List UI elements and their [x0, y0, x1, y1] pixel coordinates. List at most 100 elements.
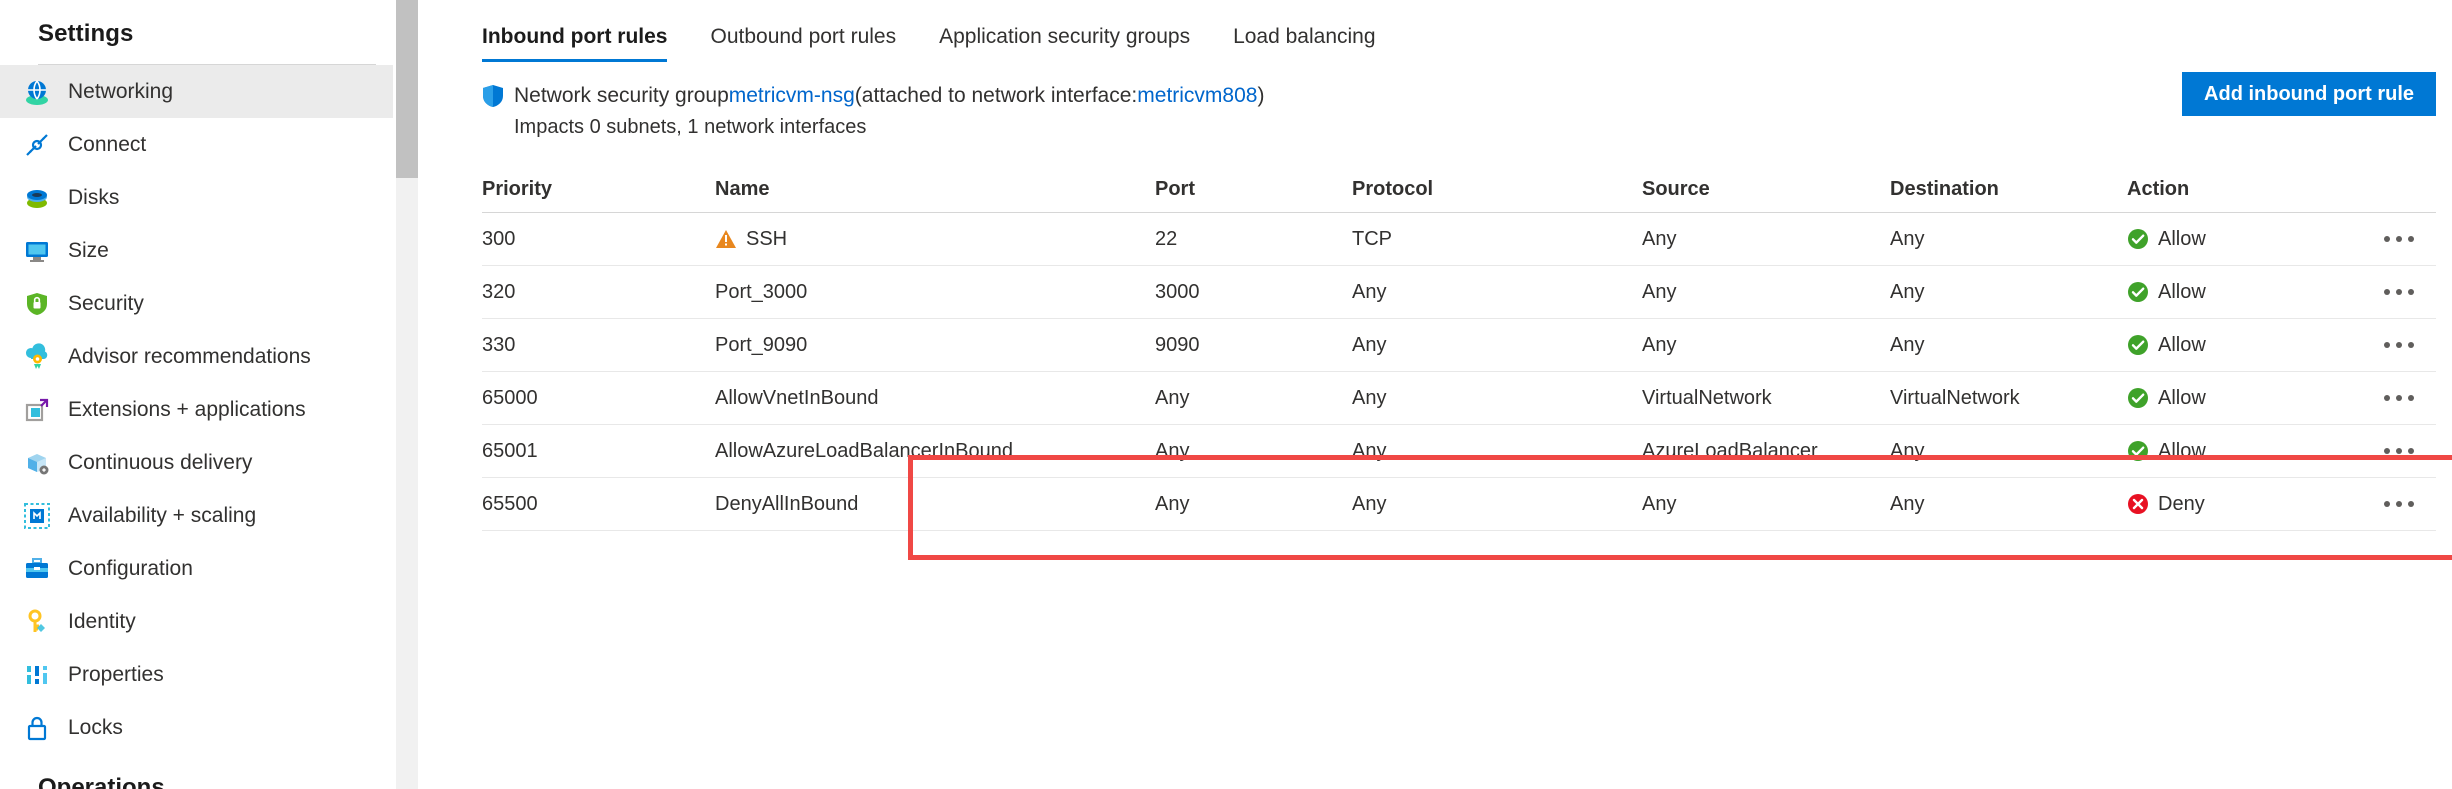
column-header-destination[interactable]: Destination	[1890, 178, 2127, 201]
cell-source: Any	[1642, 492, 1677, 515]
nsg-name-link[interactable]: metricvm-nsg	[729, 84, 855, 108]
tab-load-balancing[interactable]: Load balancing	[1233, 25, 1375, 62]
extensions-icon	[22, 395, 52, 425]
nsg-title-line: Network security group metricvm-nsg (att…	[482, 84, 2452, 108]
allow-check-icon	[2127, 334, 2149, 356]
cell-priority: 330	[482, 333, 516, 356]
cell-action: Allow	[2127, 281, 2377, 304]
sidebar-item-label: Identity	[68, 610, 136, 633]
sidebar-item-availability-scaling[interactable]: Availability + scaling	[0, 489, 393, 542]
nsg-suffix-text: )	[1257, 84, 1265, 107]
row-more-menu-icon[interactable]	[2384, 395, 2414, 401]
cell-name-text: Port_3000	[715, 280, 808, 303]
sidebar-item-extensions-applications[interactable]: Extensions + applications	[0, 383, 393, 436]
cell-priority: 320	[482, 280, 516, 303]
table-row[interactable]: 330 Port_9090 9090 Any Any Any Allow	[482, 319, 2436, 372]
tab-inbound-port-rules[interactable]: Inbound port rules	[482, 25, 668, 62]
row-actions	[2377, 236, 2436, 242]
cell-name-text: AllowVnetInBound	[715, 386, 879, 409]
allow-check-icon	[2127, 387, 2149, 409]
tab-outbound-port-rules[interactable]: Outbound port rules	[710, 25, 896, 62]
cell-port: Any	[1155, 439, 1190, 462]
identity-key-icon	[22, 607, 52, 637]
column-header-port[interactable]: Port	[1155, 178, 1352, 201]
row-more-menu-icon[interactable]	[2384, 448, 2414, 454]
row-more-menu-icon[interactable]	[2384, 236, 2414, 242]
column-header-priority[interactable]: Priority	[482, 178, 715, 201]
cell-action: Allow	[2127, 387, 2377, 410]
table-body: 300 SSH 22 TCP Any Any Allow 320 Port_3000 3000 An…	[482, 213, 2436, 531]
sidebar-item-label: Configuration	[68, 557, 193, 580]
row-more-menu-icon[interactable]	[2384, 342, 2414, 348]
cell-priority: 65500	[482, 492, 538, 515]
cell-destination: Any	[1890, 280, 1925, 303]
cell-destination: Any	[1890, 333, 1925, 356]
row-more-menu-icon[interactable]	[2384, 289, 2414, 295]
row-actions	[2377, 342, 2436, 348]
deny-cross-icon	[2127, 493, 2149, 515]
sidebar-item-continuous-delivery[interactable]: Continuous delivery	[0, 436, 393, 489]
cell-source: Any	[1642, 227, 1677, 250]
cell-name-text: Port_9090	[715, 333, 808, 356]
cell-name: SSH	[715, 228, 1155, 251]
column-header-name[interactable]: Name	[715, 178, 1155, 201]
cell-destination: Any	[1890, 492, 1925, 515]
cell-action: Allow	[2127, 440, 2377, 463]
sidebar-item-locks[interactable]: Locks	[0, 701, 393, 754]
tab-application-security-groups[interactable]: Application security groups	[939, 25, 1190, 62]
sidebar-item-size[interactable]: Size	[0, 224, 393, 277]
cell-source: Any	[1642, 280, 1677, 303]
tab-bar: Inbound port rules Outbound port rules App…	[420, 0, 2452, 62]
sidebar-item-label: Extensions + applications	[68, 398, 306, 421]
nsg-summary-block: Network security group metricvm-nsg (att…	[420, 62, 2452, 139]
cell-protocol: Any	[1352, 280, 1387, 303]
sidebar-item-disks[interactable]: Disks	[0, 171, 393, 224]
networking-icon	[22, 77, 52, 107]
cell-source: Any	[1642, 333, 1677, 356]
cell-priority: 65000	[482, 386, 538, 409]
table-row[interactable]: 320 Port_3000 3000 Any Any Any Allow	[482, 266, 2436, 319]
sidebar-item-label: Continuous delivery	[68, 451, 253, 474]
configuration-icon	[22, 554, 52, 584]
cell-name-text: DenyAllInBound	[715, 492, 859, 515]
network-interface-link[interactable]: metricvm808	[1137, 84, 1257, 108]
cell-name: AllowVnetInBound	[715, 387, 1155, 410]
cell-protocol: Any	[1352, 492, 1387, 515]
table-row[interactable]: 65000 AllowVnetInBound Any Any VirtualNetwor…	[482, 372, 2436, 425]
sidebar-item-security[interactable]: Security	[0, 277, 393, 330]
sidebar-item-label: Disks	[68, 186, 120, 209]
cell-name: DenyAllInBound	[715, 493, 1155, 516]
sidebar-scrollbar-thumb[interactable]	[396, 0, 418, 178]
table-row[interactable]: 300 SSH 22 TCP Any Any Allow	[482, 213, 2436, 266]
sidebar-item-properties[interactable]: Properties	[0, 648, 393, 701]
cell-priority: 65001	[482, 439, 538, 462]
table-row[interactable]: 65001 AllowAzureLoadBalancerInBound Any Any…	[482, 425, 2436, 478]
properties-icon	[22, 660, 52, 690]
add-inbound-port-rule-button[interactable]: Add inbound port rule	[2182, 72, 2436, 116]
cell-destination: VirtualNetwork	[1890, 386, 2020, 409]
sidebar-item-label: Size	[68, 239, 109, 262]
sidebar-item-networking[interactable]: Networking	[0, 65, 393, 118]
table-row[interactable]: 65500 DenyAllInBound Any Any Any Any Deny	[482, 478, 2436, 531]
column-header-protocol[interactable]: Protocol	[1352, 178, 1642, 201]
cell-protocol: Any	[1352, 386, 1387, 409]
column-header-action[interactable]: Action	[2127, 178, 2377, 201]
sidebar-item-configuration[interactable]: Configuration	[0, 542, 393, 595]
cell-port: 9090	[1155, 333, 1200, 356]
sidebar-group-header-operations: Operations	[38, 774, 165, 789]
sidebar-title: Settings	[38, 20, 134, 47]
cell-action-text: Allow	[2158, 439, 2206, 462]
size-icon	[22, 236, 52, 266]
cell-action: Allow	[2127, 334, 2377, 357]
sidebar-item-label: Advisor recommendations	[68, 345, 311, 368]
column-header-source[interactable]: Source	[1642, 178, 1890, 201]
sidebar-item-advisor-recommendations[interactable]: Advisor recommendations	[0, 330, 393, 383]
disks-icon	[22, 183, 52, 213]
row-more-menu-icon[interactable]	[2384, 501, 2414, 507]
sidebar-item-identity[interactable]: Identity	[0, 595, 393, 648]
nsg-prefix-text: Network security group	[514, 84, 729, 107]
sidebar-item-connect[interactable]: Connect	[0, 118, 393, 171]
cell-name: Port_3000	[715, 281, 1155, 304]
security-shield-icon	[22, 289, 52, 319]
row-actions	[2377, 395, 2436, 401]
